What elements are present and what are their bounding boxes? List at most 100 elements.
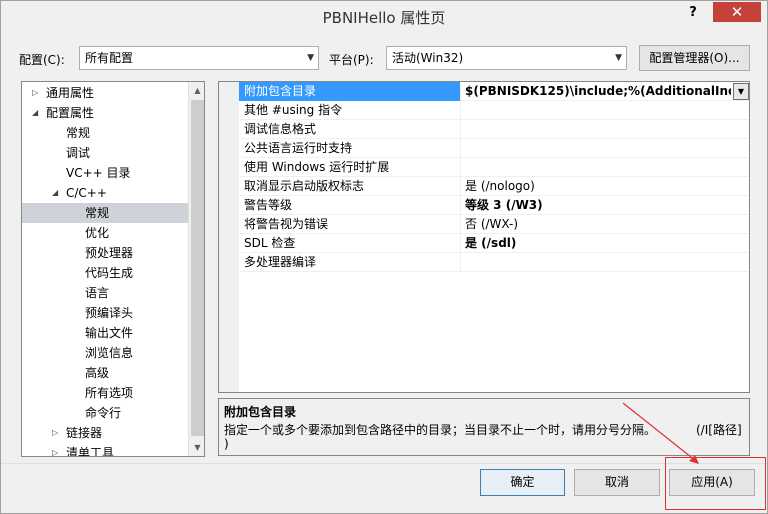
column-divider (460, 158, 461, 177)
platform-select[interactable]: 活动(Win32) ▼ (386, 46, 627, 70)
platform-select-value: 活动(Win32) (392, 51, 464, 65)
tree-item-common-properties[interactable]: ▷ 通用属性 (22, 83, 188, 103)
property-row-sdl-checks[interactable]: SDL 检查 是 (/sdl) (239, 234, 749, 253)
tree-item-vc-directories[interactable]: VC++ 目录 (22, 163, 188, 183)
tree-item-cpp-general[interactable]: 常规 (22, 203, 188, 223)
collapse-icon[interactable]: ◢ (52, 183, 58, 203)
title-bar: PBNIHello 属性页 ? ✕ (1, 1, 767, 32)
tree-item-label: 常规 (66, 126, 91, 140)
tree-item-label: 调试 (66, 146, 91, 160)
description-text-continued: ) (224, 437, 229, 451)
tree-item-preprocessor[interactable]: 预处理器 (22, 243, 188, 263)
property-name: SDL 检查 (244, 236, 296, 250)
tree-item-label: 配置属性 (46, 106, 95, 120)
property-value[interactable]: 否 (/WX-) (465, 215, 749, 234)
platform-label: 平台(P): (329, 53, 374, 67)
tree-item-manifest-tool[interactable]: ▷ 清单工具 (22, 443, 188, 457)
tree-item-general[interactable]: 常规 (22, 123, 188, 143)
property-value[interactable]: $(PBNISDK125)\include;%(AdditionalInclud… (465, 82, 731, 101)
property-row-additional-include-dirs[interactable]: 附加包含目录 $(PBNISDK125)\include;%(Additiona… (239, 82, 749, 101)
config-select-value: 所有配置 (85, 51, 134, 65)
property-name: 取消显示启动版权标志 (244, 179, 365, 193)
description-title: 附加包含目录 (224, 405, 297, 419)
tree-item-label: 代码生成 (85, 266, 134, 280)
column-divider (460, 253, 461, 272)
tree-item-label: 浏览信息 (85, 346, 134, 360)
scroll-down-icon[interactable]: ▼ (189, 439, 204, 456)
property-grid[interactable]: 附加包含目录 $(PBNISDK125)\include;%(Additiona… (218, 81, 750, 393)
property-value[interactable]: 是 (/sdl) (465, 234, 749, 253)
property-value[interactable]: 是 (/nologo) (465, 177, 749, 196)
collapse-icon[interactable]: ◢ (32, 103, 38, 123)
tree-item-advanced[interactable]: 高级 (22, 363, 188, 383)
property-name: 将警告视为错误 (244, 217, 329, 231)
property-name: 使用 Windows 运行时扩展 (244, 160, 390, 174)
help-button[interactable]: ? (683, 3, 703, 23)
property-row-multiprocessor-compilation[interactable]: 多处理器编译 (239, 253, 749, 272)
config-manager-button[interactable]: 配置管理器(O)... (639, 45, 750, 71)
tree-scrollbar[interactable]: ▲ ▼ (188, 82, 204, 456)
column-divider (460, 177, 461, 196)
property-name: 其他 #using 指令 (244, 103, 343, 117)
scroll-up-icon[interactable]: ▲ (189, 82, 204, 99)
tree-item-label: 命令行 (85, 406, 122, 420)
column-divider (460, 215, 461, 234)
column-divider (460, 196, 461, 215)
tree-item-label: 清单工具 (66, 446, 115, 457)
tree-item-config-properties[interactable]: ◢ 配置属性 (22, 103, 188, 123)
tree-item-debugging[interactable]: 调试 (22, 143, 188, 163)
expand-icon[interactable]: ▷ (32, 83, 38, 103)
column-divider (460, 120, 461, 139)
tree-item-label: C/C++ (66, 186, 107, 200)
property-row-warning-level[interactable]: 警告等级 等级 3 (/W3) (239, 196, 749, 215)
tree-item-label: 链接器 (66, 426, 103, 440)
property-name: 公共语言运行时支持 (244, 141, 353, 155)
close-button[interactable]: ✕ (713, 2, 761, 22)
property-row-warnings-as-errors[interactable]: 将警告视为错误 否 (/WX-) (239, 215, 749, 234)
tree-item-command-line[interactable]: 命令行 (22, 403, 188, 423)
tree-item-label: 所有选项 (85, 386, 134, 400)
ok-button[interactable]: 确定 (480, 469, 565, 496)
property-row-windows-runtime-ext[interactable]: 使用 Windows 运行时扩展 (239, 158, 749, 177)
category-tree[interactable]: ▷ 通用属性 ◢ 配置属性 常规 调试 VC++ 目录 ◢ C/C++ 常规 优… (21, 81, 205, 457)
tree-item-language[interactable]: 语言 (22, 283, 188, 303)
expand-icon[interactable]: ▷ (52, 443, 58, 456)
property-grid-gutter (219, 82, 239, 392)
tree-item-label: 通用属性 (46, 86, 95, 100)
column-divider (460, 82, 461, 101)
column-divider (460, 139, 461, 158)
tree-item-label: 预编译头 (85, 306, 134, 320)
property-name: 调试信息格式 (244, 122, 317, 136)
property-value[interactable]: 等级 3 (/W3) (465, 196, 749, 215)
annotation-arrow-icon (622, 402, 699, 464)
tree-item-label: 预处理器 (85, 246, 134, 260)
property-name: 多处理器编译 (244, 255, 317, 269)
tree-item-label: 输出文件 (85, 326, 134, 340)
tree-item-all-options[interactable]: 所有选项 (22, 383, 188, 403)
config-select[interactable]: 所有配置 ▼ (79, 46, 319, 70)
property-row-using-directives[interactable]: 其他 #using 指令 (239, 101, 749, 120)
tree-item-linker[interactable]: ▷ 链接器 (22, 423, 188, 443)
property-row-suppress-banner[interactable]: 取消显示启动版权标志 是 (/nologo) (239, 177, 749, 196)
cancel-button[interactable]: 取消 (574, 469, 660, 496)
tree-item-label: VC++ 目录 (66, 166, 131, 180)
chevron-down-icon[interactable]: ▼ (733, 83, 749, 100)
scrollbar-thumb[interactable] (191, 100, 204, 436)
expand-icon[interactable]: ▷ (52, 423, 58, 443)
property-name: 附加包含目录 (244, 84, 317, 98)
property-name: 警告等级 (244, 198, 293, 212)
column-divider (460, 234, 461, 253)
tree-item-code-generation[interactable]: 代码生成 (22, 263, 188, 283)
property-row-debug-info-format[interactable]: 调试信息格式 (239, 120, 749, 139)
tree-item-c-cpp[interactable]: ◢ C/C++ (22, 183, 188, 203)
tree-item-optimization[interactable]: 优化 (22, 223, 188, 243)
tree-item-output-files[interactable]: 输出文件 (22, 323, 188, 343)
tree-item-label: 语言 (85, 286, 110, 300)
column-divider (460, 101, 461, 120)
tree-item-label: 优化 (85, 226, 110, 240)
property-row-clr-support[interactable]: 公共语言运行时支持 (239, 139, 749, 158)
property-pages-dialog: PBNIHello 属性页 ? ✕ 配置(C): 所有配置 ▼ 平台(P): 活… (0, 0, 768, 514)
window-title: PBNIHello 属性页 (322, 9, 446, 27)
tree-item-browse-info[interactable]: 浏览信息 (22, 343, 188, 363)
tree-item-precompiled-headers[interactable]: 预编译头 (22, 303, 188, 323)
